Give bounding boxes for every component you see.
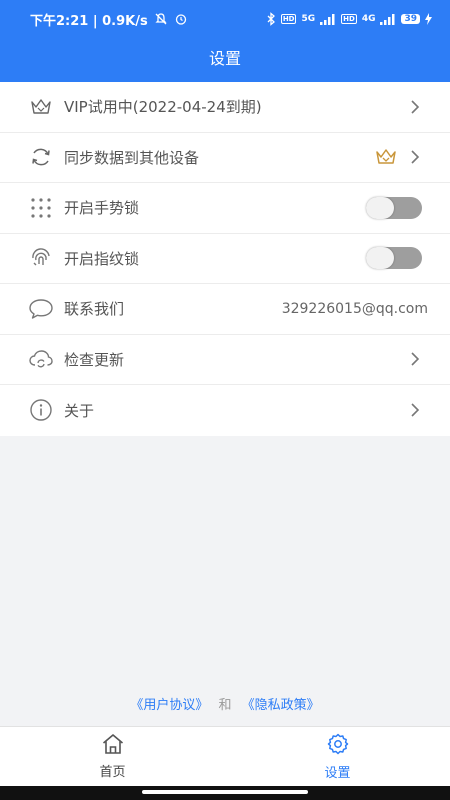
network-5g-label: 5G [301,14,316,24]
privacy-policy-link[interactable]: 《隐私政策》 [242,698,320,713]
settings-row-contact-label: 联系我们 [64,300,125,319]
settings-row-gesture-lock-label: 开启手势锁 [64,199,140,218]
settings-row-vip-label: VIP试用中(2022-04-24到期) [64,98,262,117]
settings-row-check-update[interactable]: 检查更新 [0,335,450,385]
bottom-tab-bar: 首页 设置 [0,726,450,786]
charging-icon [425,13,432,25]
hd-badge-2: HD [341,14,357,24]
settings-row-sync-label: 同步数据到其他设备 [64,148,200,167]
contact-email: 329226015@qq.com [281,300,428,317]
fingerprint-icon [28,245,54,271]
sync-icon [28,144,54,170]
settings-row-sync[interactable]: 同步数据到其他设备 [0,133,450,183]
settings-row-fingerprint-lock: 开启指纹锁 [0,234,450,284]
info-icon [28,397,54,423]
battery-level: 39 [401,14,420,24]
settings-row-contact[interactable]: 联系我们 329226015@qq.com [0,284,450,335]
settings-list: VIP试用中(2022-04-24到期) 同步数据到其他设备 开启手势锁 开启指… [0,82,450,436]
alarm-icon [174,12,188,26]
and-text: 和 [218,698,232,713]
system-navigation-bar [0,786,450,800]
tab-home[interactable]: 首页 [0,727,225,786]
mute-bell-icon [154,12,168,26]
settings-row-about-label: 关于 [64,401,95,420]
gesture-grid-icon [28,195,54,221]
tab-settings-label: 设置 [324,766,351,781]
hd-badge: HD [280,14,297,24]
signal-icon [320,13,336,25]
chevron-right-icon [408,352,422,366]
settings-row-check-update-label: 检查更新 [64,350,125,369]
user-agreement-link[interactable]: 《用户协议》 [130,698,208,713]
chevron-right-icon [408,150,422,164]
settings-gear-icon [326,732,350,760]
app-header: 下午2:21 | 0.9K/s HD 5G HD 4G 39 设置 [0,0,450,82]
settings-row-gesture-lock: 开启手势锁 [0,183,450,234]
settings-row-fingerprint-lock-label: 开启指纹锁 [64,249,140,268]
gesture-lock-toggle[interactable] [366,196,422,219]
signal-icon-2 [380,13,396,25]
tab-home-label: 首页 [99,765,126,780]
legal-links: 《用户协议》 和 《隐私政策》 [0,694,450,713]
crown-icon [28,94,54,120]
toggle-knob [366,247,394,270]
status-time-speed: 下午2:21 | 0.9K/s [30,13,148,29]
vip-crown-icon [374,148,398,166]
settings-row-about[interactable]: 关于 [0,385,450,436]
toggle-knob [366,196,394,219]
page-title: 设置 [208,49,241,68]
home-indicator[interactable] [142,790,308,794]
home-icon [101,733,125,759]
fingerprint-lock-toggle[interactable] [366,247,422,270]
chevron-right-icon [408,403,422,417]
settings-row-vip[interactable]: VIP试用中(2022-04-24到期) [0,82,450,133]
cloud-refresh-icon [28,346,54,372]
battery-icon: 39 [401,14,420,24]
tab-settings[interactable]: 设置 [225,727,450,786]
chat-bubble-icon [28,296,54,322]
network-4g-label: 4G [361,14,376,24]
chevron-right-icon [408,100,422,114]
status-bar: 下午2:21 | 0.9K/s HD 5G HD 4G 39 [0,0,450,38]
bluetooth-icon [266,12,276,26]
